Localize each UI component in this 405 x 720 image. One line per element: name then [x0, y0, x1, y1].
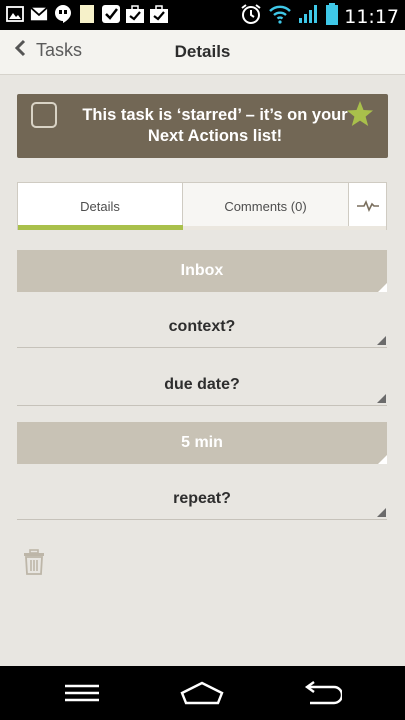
repeat-value: repeat? — [173, 489, 231, 507]
dropdown-corner-icon — [377, 394, 386, 403]
alarm-icon — [240, 3, 262, 30]
activity-icon — [356, 198, 380, 215]
tab-activity[interactable] — [349, 183, 386, 229]
menu-icon[interactable] — [60, 678, 104, 708]
back-icon[interactable] — [300, 678, 344, 708]
starred-banner: This task is ‘starred’ – it’s on your Ne… — [17, 94, 388, 158]
mail-icon — [30, 5, 48, 23]
tab-details-label: Details — [80, 198, 120, 214]
tab-underline-inactive — [183, 226, 386, 230]
tab-comments-label: Comments (0) — [224, 198, 307, 214]
due-date-value: due date? — [164, 375, 240, 393]
battery-icon — [326, 3, 339, 30]
home-icon[interactable] — [180, 678, 224, 708]
briefcase-check-icon — [150, 5, 168, 23]
wifi-icon — [268, 4, 292, 29]
due-date-field[interactable]: due date? — [17, 364, 387, 406]
tab-active-indicator — [18, 225, 183, 230]
check-icon — [102, 5, 120, 23]
context-value: context? — [168, 317, 236, 335]
image-icon — [6, 5, 24, 23]
task-complete-checkbox[interactable] — [31, 102, 57, 128]
system-nav-bar — [0, 666, 405, 720]
starred-message: This task is ‘starred’ – it’s on your Ne… — [82, 106, 348, 145]
hangouts-icon — [54, 5, 72, 23]
duration-value: 5 min — [181, 434, 223, 451]
trash-icon[interactable] — [23, 549, 45, 580]
detail-tabs: Details Comments (0) — [17, 182, 387, 230]
dropdown-corner-icon — [377, 508, 386, 517]
status-time: 11:17 — [344, 5, 399, 28]
folder-field[interactable]: Inbox — [17, 250, 387, 292]
notification-icons — [6, 5, 168, 23]
tab-details[interactable]: Details — [18, 183, 183, 229]
note-icon — [78, 5, 96, 23]
star-icon[interactable] — [346, 100, 374, 133]
dropdown-corner-icon — [378, 283, 387, 292]
dropdown-corner-icon — [378, 455, 387, 464]
top-bar: Tasks Details — [0, 30, 405, 75]
signal-icon — [298, 4, 320, 29]
status-bar: 11:17 — [0, 0, 405, 30]
page-title: Details — [174, 42, 231, 61]
context-field[interactable]: context? — [17, 306, 387, 348]
briefcase-check-icon — [126, 5, 144, 23]
duration-field[interactable]: 5 min — [17, 422, 387, 464]
dropdown-corner-icon — [377, 336, 386, 345]
repeat-field[interactable]: repeat? — [17, 478, 387, 520]
system-icons: 11:17 — [240, 3, 399, 30]
folder-value: Inbox — [180, 262, 224, 279]
tab-comments[interactable]: Comments (0) — [183, 183, 349, 229]
